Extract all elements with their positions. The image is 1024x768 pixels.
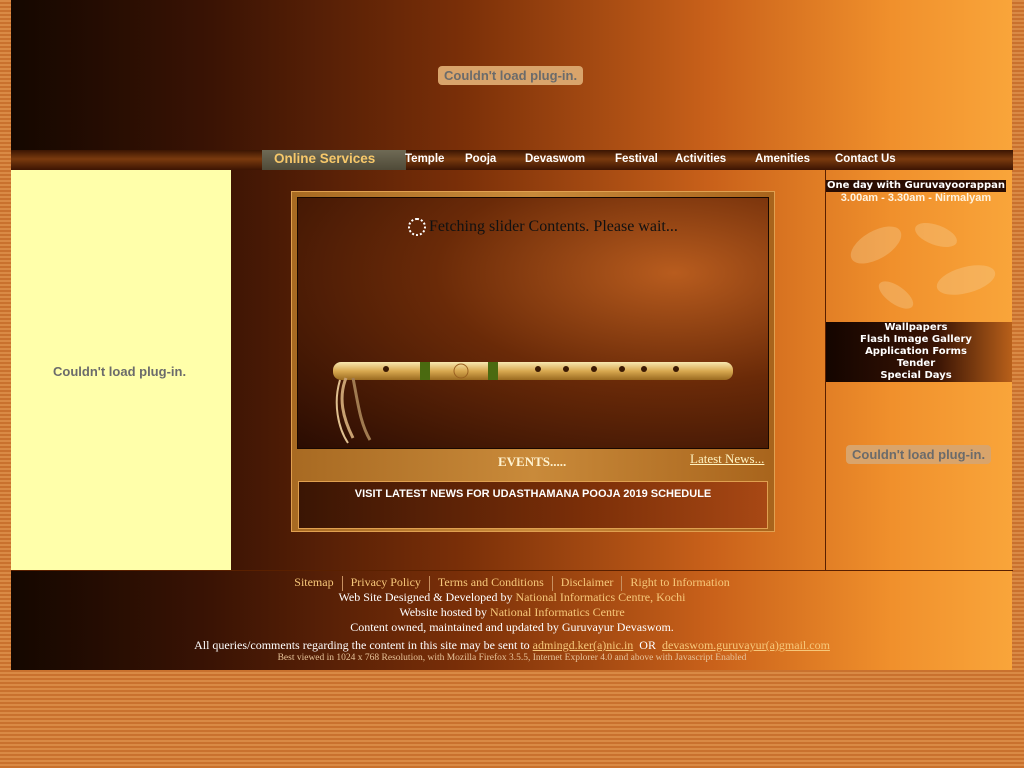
email-nic-link[interactable]: admingd.ker(a)nic.in xyxy=(533,638,634,652)
left-plugin-message: Couldn't load plug-in. xyxy=(53,364,187,379)
queries-prefix: All queries/comments regarding the conte… xyxy=(194,638,533,652)
quick-link-tender[interactable]: Tender xyxy=(826,358,1006,370)
leaves-decoration-icon xyxy=(850,222,996,309)
one-day-title: One day with Guruvayoorappan xyxy=(826,180,1006,192)
footer-hosted-by: Website hosted by National Informatics C… xyxy=(0,605,1024,620)
footer-owned-by: Content owned, maintained and updated by… xyxy=(350,620,674,634)
header-plugin-message: Couldn't load plug-in. xyxy=(438,66,584,85)
main-navbar: Online Services Temple Pooja Devaswom Fe… xyxy=(11,150,1013,170)
nav-online-services[interactable]: Online Services xyxy=(262,150,406,170)
quick-link-special-days[interactable]: Special Days xyxy=(826,370,1006,382)
footer-designed-by: Web Site Designed & Developed by Nationa… xyxy=(0,590,1024,605)
slider-box: Fetching slider Contents. Please wait... xyxy=(291,191,775,532)
footer-link-disclaimer[interactable]: Disclaimer xyxy=(561,575,614,589)
hosted-prefix: Website hosted by xyxy=(399,605,491,619)
footer-links: Sitemap Privacy Policy Terms and Condition… xyxy=(0,575,1024,591)
best-viewed-note: Best viewed in 1024 x 768 Resolution, wi… xyxy=(277,653,747,663)
footer-divider xyxy=(11,570,1013,571)
nav-amenities[interactable]: Amenities xyxy=(755,150,810,170)
nav-pooja[interactable]: Pooja xyxy=(465,150,496,170)
footer-link-sitemap[interactable]: Sitemap xyxy=(294,575,333,589)
footer-link-privacy[interactable]: Privacy Policy xyxy=(351,575,421,589)
news-ticker: VISIT LATEST NEWS FOR UDASTHAMANA POOJA … xyxy=(298,481,768,529)
news-ticker-text[interactable]: VISIT LATEST NEWS FOR UDASTHAMANA POOJA … xyxy=(299,488,767,500)
nav-contact-us[interactable]: Contact Us xyxy=(835,150,896,170)
footer-queries: All queries/comments regarding the conte… xyxy=(0,638,1024,653)
designed-by-link[interactable]: National Informatics Centre, Kochi xyxy=(516,590,686,604)
header-banner: Couldn't load plug-in. xyxy=(11,0,1012,150)
footer-link-terms[interactable]: Terms and Conditions xyxy=(438,575,544,589)
nav-temple[interactable]: Temple xyxy=(405,150,444,170)
footer-link-rti[interactable]: Right to Information xyxy=(630,575,729,589)
designed-prefix: Web Site Designed & Developed by xyxy=(338,590,516,604)
nav-festival[interactable]: Festival xyxy=(615,150,658,170)
email-gmail-link[interactable]: devaswom.guruvayur(a)gmail.com xyxy=(662,638,830,652)
quick-link-flash-gallery[interactable]: Flash Image Gallery xyxy=(826,334,1006,346)
quick-link-wallpapers[interactable]: Wallpapers xyxy=(826,322,1006,334)
left-plugin-panel: Couldn't load plug-in. xyxy=(11,170,231,570)
slider-viewport: Fetching slider Contents. Please wait... xyxy=(297,197,769,449)
or-text: OR xyxy=(639,638,656,652)
latest-news-link[interactable]: Latest News... xyxy=(690,451,764,467)
flute-image xyxy=(333,362,733,444)
hosted-by-link[interactable]: National Informatics Centre xyxy=(490,605,625,619)
nav-devaswom[interactable]: Devaswom xyxy=(525,150,585,170)
quick-links-panel: Wallpapers Flash Image Gallery Applicati… xyxy=(826,322,1012,382)
nav-activities[interactable]: Activities xyxy=(675,150,726,170)
quick-link-application-forms[interactable]: Application Forms xyxy=(826,346,1006,358)
one-day-time: 3.00am - 3.30am - Nirmalyam xyxy=(840,192,992,204)
right-plugin-message: Couldn't load plug-in. xyxy=(846,445,992,464)
events-label: EVENTS..... xyxy=(498,454,567,469)
